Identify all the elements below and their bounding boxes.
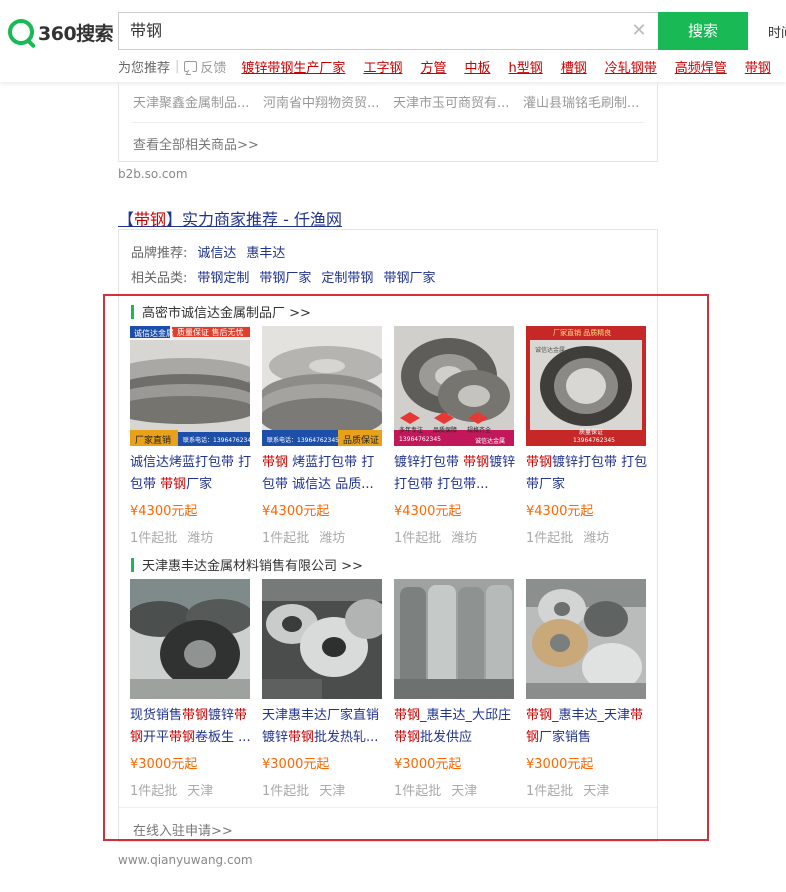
result-source-url: b2b.so.com (118, 167, 188, 181)
title-keyword: 带钢 (134, 210, 167, 229)
search-button[interactable]: 搜索 (658, 12, 748, 50)
title-rest: 】实力商家推荐 - 仟渔网 (166, 210, 342, 229)
recommend-link[interactable]: h型钢 (508, 57, 542, 76)
site-logo[interactable]: 360搜索 (8, 18, 114, 46)
time-filter-link[interactable]: 时间 (768, 22, 786, 41)
category-row: 相关品类: 带钢定制 带钢厂家 定制带钢 带钢厂家 (131, 267, 435, 286)
recommend-link[interactable]: 中板 (464, 57, 490, 76)
related-products-card: 天津聚鑫金属制品... 河南省中翔物资贸... 天津市玉可商贸有... 灌山县瑞… (118, 82, 658, 162)
logo-text: 360搜索 (38, 22, 114, 45)
category-link[interactable]: 带钢定制 (197, 267, 249, 286)
divider: | (175, 58, 180, 74)
search-header: 360搜索 带钢 ✕ 搜索 时间 为您推荐 | 反馈 镀锌带钢生产厂家 工字钢 … (0, 0, 786, 82)
shop-name-link[interactable]: 天津市玉可商贸有... (393, 92, 523, 111)
category-link[interactable]: 带钢厂家 (383, 267, 435, 286)
recommend-link[interactable]: 槽钢 (561, 57, 587, 76)
recommend-link[interactable]: 工字钢 (363, 57, 402, 76)
recommend-link[interactable]: 镀锌带钢生产厂家 (241, 57, 345, 76)
search-input[interactable]: 带钢 (130, 13, 162, 49)
shop-name-link[interactable]: 灌山县瑞铭毛刷制... (523, 92, 653, 111)
brand-link[interactable]: 诚信达 (197, 242, 236, 261)
title-bracket: 【 (118, 210, 135, 229)
brand-label: 品牌推荐: (131, 246, 188, 261)
category-link[interactable]: 定制带钢 (321, 267, 373, 286)
category-link[interactable]: 带钢厂家 (259, 267, 311, 286)
brand-row: 品牌推荐: 诚信达 惠丰达 (131, 242, 285, 261)
brand-link[interactable]: 惠丰达 (246, 242, 285, 261)
view-all-link[interactable]: 查看全部相关商品>> (133, 134, 259, 153)
shop-name-link[interactable]: 天津聚鑫金属制品... (133, 92, 263, 111)
recommend-link[interactable]: 方管 (420, 57, 446, 76)
divider (131, 122, 645, 123)
recommend-link[interactable]: 冷轧钢带 (605, 57, 657, 76)
annotation-highlight-box (103, 294, 709, 841)
feedback-link[interactable]: 反馈 (200, 57, 226, 76)
shop-name-row: 天津聚鑫金属制品... 河南省中翔物资贸... 天津市玉可商贸有... 灌山县瑞… (133, 92, 653, 111)
recommend-row: 为您推荐 | 反馈 镀锌带钢生产厂家 工字钢 方管 中板 h型钢 槽钢 冷轧钢带… (118, 57, 780, 76)
category-label: 相关品类: (131, 271, 188, 286)
recommend-link[interactable]: 带钢 (745, 57, 771, 76)
feedback-icon[interactable] (184, 60, 198, 72)
result-source-url: www.qianyuwang.com (118, 853, 253, 867)
search-input-box[interactable]: 带钢 ✕ (118, 12, 658, 50)
shop-name-link[interactable]: 河南省中翔物资贸... (263, 92, 393, 111)
result-title-link[interactable]: 【带钢】实力商家推荐 - 仟渔网 (118, 206, 342, 230)
recommend-link[interactable]: 高频焊管 (675, 57, 727, 76)
clear-icon[interactable]: ✕ (630, 22, 648, 40)
logo-mark-icon (8, 19, 34, 45)
recommend-label: 为您推荐 (118, 60, 171, 76)
